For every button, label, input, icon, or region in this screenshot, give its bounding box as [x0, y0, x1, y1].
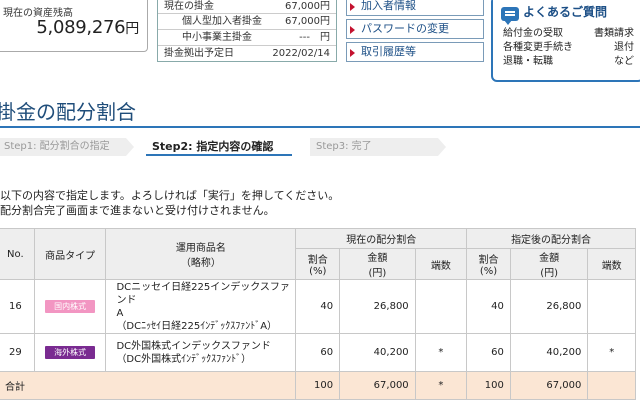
col-header-no: No. [0, 228, 35, 280]
table-row: 16 国内株式 DCニッセイ日経225インデックスファンド A （DCﾆｯｾｲ日… [0, 279, 636, 334]
personal-contribution-row: 個人型加入者掛金 67,000円 [158, 13, 336, 29]
faq-link-retirement[interactable]: 退職・転職 [503, 55, 553, 69]
col-header-cur-ratio: 割合 (%) [295, 248, 341, 280]
subscriber-info-link[interactable]: 加入者情報 [346, 0, 484, 16]
col-header-product: 運用商品名 （略称） [105, 228, 297, 280]
sme-contribution-row: 中小事業主掛金 --- 円 [158, 29, 336, 45]
arrow-right-icon [350, 26, 355, 34]
title-divider [0, 126, 640, 128]
col-header-new-amount: 金額 (円) [509, 248, 589, 280]
transaction-history-link[interactable]: 取引履歴等 [346, 42, 484, 62]
faq-title: よくあるご質問 [493, 0, 640, 25]
faq-link-documents[interactable]: 書類請求 [594, 27, 634, 41]
step-2-current: Step2: 指定内容の確認 [146, 138, 292, 156]
step-indicator: Step1: 配分割合の指定 Step2: 指定内容の確認 Step3: 完了 [0, 138, 640, 158]
account-links: 加入者情報 パスワードの変更 取引履歴等 [346, 0, 486, 65]
col-header-new-fraction: 端数 [587, 248, 636, 280]
col-header-cur-amount: 金額 (円) [339, 248, 416, 280]
total-row: 合計 100 67,000 * 100 67,000 [0, 371, 636, 400]
col-header-current: 現在の配分割合 [295, 228, 468, 249]
header-area: 現在の資産残高 5,089,276円 現在の掛金 67,000円 個人型加入者掛… [0, 0, 640, 82]
step-1: Step1: 配分割合の指定 [0, 138, 126, 156]
asset-balance-value: 5,089,276円 [36, 17, 139, 38]
faq-link-changes[interactable]: 各種変更手続き [503, 41, 573, 55]
col-header-new-ratio: 割合 (%) [466, 248, 511, 280]
change-password-link[interactable]: パスワードの変更 [346, 19, 484, 39]
step-3: Step3: 完了 [310, 138, 438, 156]
col-header-type: 商品タイプ [33, 228, 107, 280]
step-arrow-icon [438, 138, 446, 156]
product-type-badge: 国内株式 [45, 300, 96, 313]
arrow-right-icon [350, 3, 355, 11]
asset-balance-box: 現在の資産残高 5,089,276円 [0, 0, 148, 52]
faq-panel[interactable]: よくあるご質問 給付金の受取 書類請求 各種変更手続き 退付 退職・転職 など [491, 0, 640, 82]
col-header-cur-fraction: 端数 [414, 248, 468, 280]
arrow-right-icon [350, 49, 355, 57]
col-header-after: 指定後の配分割合 [466, 228, 636, 249]
chat-bubble-icon [501, 7, 519, 25]
faq-link-etc[interactable]: など [614, 55, 634, 69]
faq-link-benefits[interactable]: 給付金の受取 [503, 27, 563, 41]
page-title: 掛金の配分割合 [0, 100, 136, 124]
allocation-table: No. 商品タイプ 運用商品名 （略称） 現在の配分割合 指定後の配分割合 割合(… [0, 228, 636, 400]
step-arrow-icon [126, 138, 134, 156]
next-contribution-date-row: 掛金拠出予定日 2022/02/14 [158, 45, 336, 61]
product-name: DCニッセイ日経225インデックスファンド A （DCﾆｯｾｲ日経225ｲﾝﾃﾞ… [105, 279, 297, 334]
contribution-summary: 現在の掛金 67,000円 個人型加入者掛金 67,000円 中小事業主掛金 -… [157, 0, 337, 62]
faq-link-refund[interactable]: 退付 [614, 41, 634, 55]
product-type-badge: 海外株式 [45, 346, 96, 359]
product-name: DC外国株式インデックスファンド （DC外国株式ｲﾝﾃﾞｯｸｽﾌｧﾝﾄﾞ） [105, 333, 297, 372]
table-row: 29 海外株式 DC外国株式インデックスファンド （DC外国株式ｲﾝﾃﾞｯｸｽﾌ… [0, 333, 636, 372]
instructions: 以下の内容で指定します。よろしければ「実行」を押してください。 配分割合完了画面… [0, 189, 340, 217]
